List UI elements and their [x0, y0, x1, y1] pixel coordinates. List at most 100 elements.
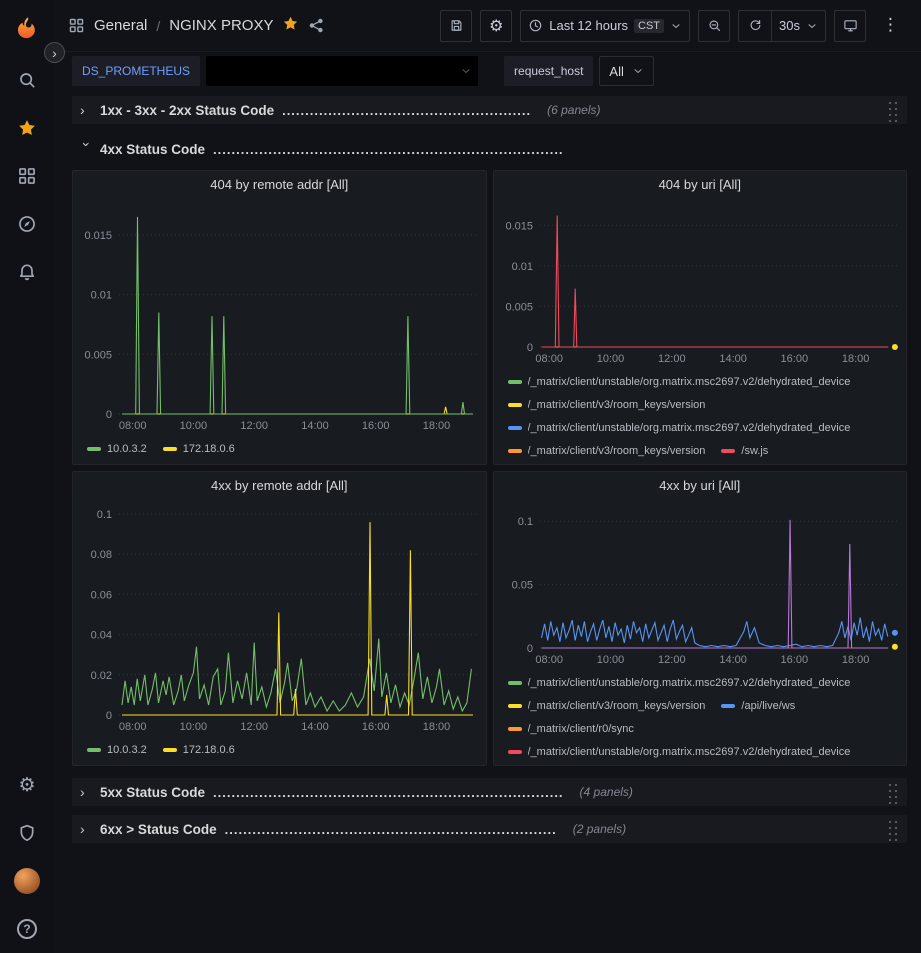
row-panel-count: (6 panels): [547, 103, 600, 117]
refresh-button[interactable]: [739, 11, 771, 41]
legend-item[interactable]: /api/live/ws: [721, 700, 795, 712]
grafana-logo[interactable]: [14, 0, 41, 56]
row-drag-handle[interactable]: [886, 98, 899, 122]
help-icon: ?: [17, 919, 37, 939]
legend-item[interactable]: /sw.js: [721, 445, 768, 457]
svg-text:16:00: 16:00: [780, 353, 808, 365]
time-series-chart[interactable]: 00.0050.010.01508:0010:0012:0014:0016:00…: [73, 197, 486, 434]
panel-title[interactable]: 4xx by uri [All]: [659, 478, 740, 493]
legend-item[interactable]: 172.18.0.6: [163, 744, 235, 756]
panel-title[interactable]: 404 by remote addr [All]: [210, 177, 348, 192]
svg-text:12:00: 12:00: [240, 721, 268, 733]
legend-item[interactable]: /_matrix/client/v3/room_keys/version: [508, 445, 706, 457]
sidebar-expand-button[interactable]: ›: [44, 42, 65, 63]
row-header-5xx[interactable]: › 5xx Status Code ......................…: [72, 778, 907, 806]
sidebar-item-explore[interactable]: [0, 200, 54, 248]
time-range-picker[interactable]: Last 12 hours CST: [520, 10, 690, 42]
legend-series-marker: [508, 681, 522, 685]
row-drag-handle[interactable]: [886, 817, 899, 841]
legend-series-label: 10.0.3.2: [107, 443, 147, 455]
sidebar-item-profile[interactable]: [0, 857, 54, 905]
favorite-star-button[interactable]: [282, 15, 299, 37]
sidebar-item-server-admin[interactable]: [0, 809, 54, 857]
sidebar-item-alerting[interactable]: [0, 248, 54, 296]
row-drag-handle[interactable]: [886, 780, 899, 804]
legend-item[interactable]: /_matrix/client/unstable/org.matrix.msc2…: [508, 422, 851, 434]
svg-text:0.02: 0.02: [91, 670, 112, 682]
sidebar-item-dashboards[interactable]: [0, 152, 54, 200]
refresh-button-group: 30s: [738, 10, 826, 42]
tv-mode-button[interactable]: [834, 10, 866, 42]
panel-legend: /_matrix/client/unstable/org.matrix.msc2…: [494, 668, 907, 765]
more-options-button[interactable]: ⋮: [874, 10, 907, 42]
legend-series-marker: [721, 449, 735, 453]
legend-series-label: 10.0.3.2: [107, 744, 147, 756]
legend-series-label: 172.18.0.6: [183, 744, 235, 756]
svg-text:0.01: 0.01: [91, 290, 112, 302]
legend-series-label: /_matrix/client/unstable/org.matrix.msc2…: [528, 746, 851, 758]
search-icon: [17, 70, 37, 90]
legend-series-label: /api/live/ws: [741, 700, 795, 712]
zoom-out-icon: [707, 18, 722, 33]
panel-header[interactable]: 404 by uri [All]: [494, 171, 907, 197]
panel-title[interactable]: 404 by uri [All]: [659, 177, 741, 192]
svg-text:0.05: 0.05: [511, 580, 532, 592]
svg-text:0.08: 0.08: [91, 549, 112, 561]
dashboard-settings-button[interactable]: ⚙: [480, 10, 512, 42]
svg-text:08:00: 08:00: [119, 721, 147, 733]
legend-item[interactable]: /_matrix/client/v3/room_keys/version: [508, 700, 706, 712]
breadcrumb-folder[interactable]: General: [94, 17, 147, 34]
svg-text:10:00: 10:00: [596, 654, 624, 666]
legend-item[interactable]: /_matrix/client/r0/sync: [508, 723, 634, 735]
row-header-1xx-3xx-2xx[interactable]: › 1xx - 3xx - 2xx Status Code ..........…: [72, 96, 907, 124]
sidebar-item-search[interactable]: [0, 56, 54, 104]
legend-item[interactable]: /_matrix/client/v3/room_keys/version: [508, 399, 706, 411]
svg-text:18:00: 18:00: [841, 654, 869, 666]
legend-series-marker: [87, 447, 101, 451]
legend-item[interactable]: /_matrix/client/unstable/org.matrix.msc2…: [508, 677, 851, 689]
refresh-interval-label: 30s: [779, 18, 800, 33]
svg-text:0.06: 0.06: [91, 589, 112, 601]
save-icon: [449, 18, 464, 33]
panel-4xx-by-remote-addr: 4xx by remote addr [All] 00.020.040.060.…: [72, 471, 487, 766]
time-series-chart[interactable]: 00.050.108:0010:0012:0014:0016:0018:00: [494, 498, 907, 668]
share-button[interactable]: [308, 17, 325, 34]
breadcrumb-dashboard-title[interactable]: NGINX PROXY: [169, 17, 273, 34]
panel-header[interactable]: 4xx by uri [All]: [494, 472, 907, 498]
legend-series-marker: [508, 380, 522, 384]
variable-value-request-host[interactable]: All: [599, 56, 653, 86]
svg-text:12:00: 12:00: [658, 353, 686, 365]
row-panel-count: (2 panels): [573, 822, 626, 836]
legend-series-marker: [721, 704, 735, 708]
svg-text:16:00: 16:00: [780, 654, 808, 666]
legend-item[interactable]: 10.0.3.2: [87, 443, 147, 455]
time-series-chart[interactable]: 00.0050.010.01508:0010:0012:0014:0016:00…: [494, 197, 907, 367]
svg-text:18:00: 18:00: [841, 353, 869, 365]
time-series-chart[interactable]: 00.020.040.060.080.108:0010:0012:0014:00…: [73, 498, 486, 735]
svg-text:14:00: 14:00: [301, 721, 329, 733]
zoom-out-button[interactable]: [698, 10, 730, 42]
legend-item[interactable]: /_matrix/client/unstable/org.matrix.msc2…: [508, 376, 851, 388]
sidebar-item-configuration[interactable]: ⚙: [0, 761, 54, 809]
legend-series-marker: [163, 447, 177, 451]
legend-row: /_matrix/client/r0/sync: [508, 717, 899, 740]
legend-item[interactable]: 172.18.0.6: [163, 443, 235, 455]
panel-legend: 10.0.3.2 172.18.0.6: [73, 434, 486, 464]
variable-value-ds-prometheus[interactable]: [206, 56, 478, 86]
svg-text:18:00: 18:00: [423, 721, 451, 733]
panel-title[interactable]: 4xx by remote addr [All]: [211, 478, 348, 493]
sidebar-item-starred[interactable]: [0, 104, 54, 152]
legend-item[interactable]: 10.0.3.2: [87, 744, 147, 756]
panel-legend: /_matrix/client/unstable/org.matrix.msc2…: [494, 367, 907, 464]
svg-text:0.015: 0.015: [505, 220, 533, 232]
svg-text:14:00: 14:00: [301, 420, 329, 432]
save-dashboard-button[interactable]: [440, 10, 472, 42]
sidebar-item-help[interactable]: ?: [0, 905, 54, 953]
row-header-6xx[interactable]: › 6xx > Status Code ....................…: [72, 815, 907, 843]
legend-item[interactable]: /_matrix/client/unstable/org.matrix.msc2…: [508, 746, 851, 758]
panel-header[interactable]: 404 by remote addr [All]: [73, 171, 486, 197]
row-header-4xx[interactable]: › 4xx Status Code ......................…: [72, 136, 907, 162]
legend-series-marker: [508, 727, 522, 731]
panel-header[interactable]: 4xx by remote addr [All]: [73, 472, 486, 498]
refresh-interval-picker[interactable]: 30s: [772, 11, 825, 41]
